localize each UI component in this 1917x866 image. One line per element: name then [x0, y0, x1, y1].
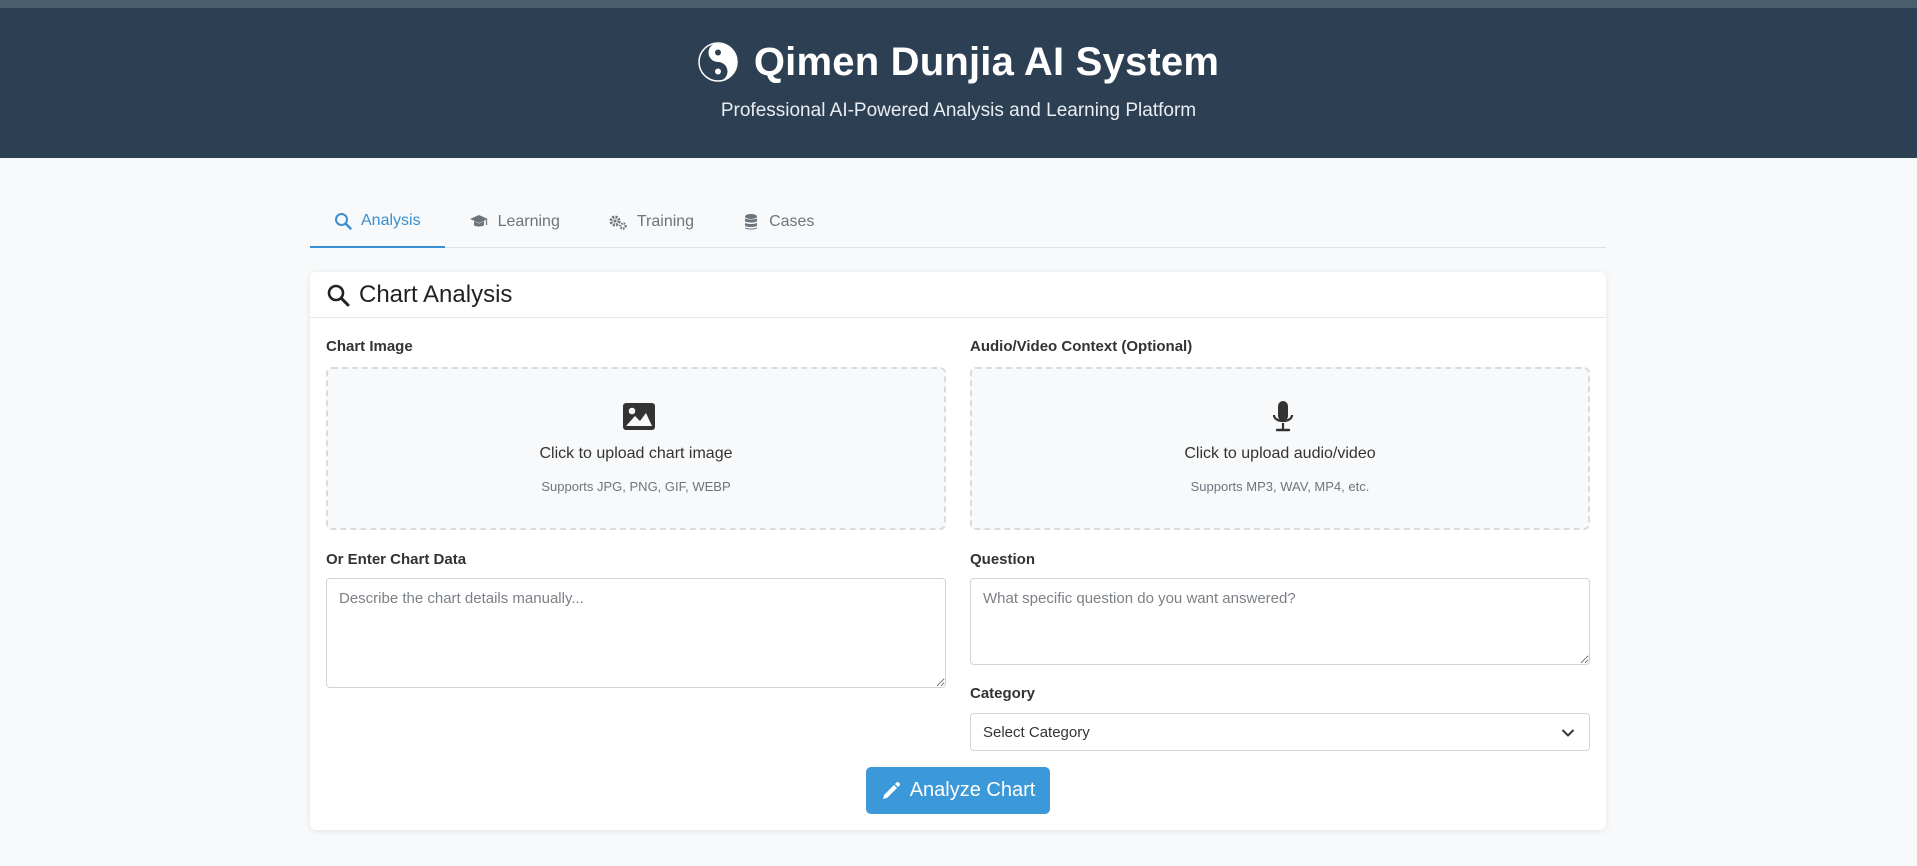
- category-label: Category: [970, 685, 1036, 702]
- question-label: Question: [970, 551, 1036, 568]
- yin-yang-icon: [698, 42, 738, 82]
- card-title: Chart Analysis: [359, 280, 513, 308]
- top-strip: [0, 0, 1917, 8]
- chart-data-label: Or Enter Chart Data: [326, 551, 467, 568]
- microphone-icon: [1272, 401, 1294, 432]
- chart-image-dropzone[interactable]: Click to upload chart image Supports JPG…: [326, 367, 946, 530]
- analyze-chart-label: Analyze Chart: [909, 779, 1036, 801]
- chart-data-textarea[interactable]: [326, 578, 946, 688]
- supported-formats: Supports JPG, PNG, GIF, WEBP: [541, 479, 731, 494]
- main-tabs: Analysis Learning Training Cases: [310, 196, 1606, 248]
- search-icon: [335, 213, 352, 230]
- title-row: Qimen Dunjia AI System: [0, 42, 1917, 82]
- supported-formats: Supports MP3, WAV, MP4, etc.: [1190, 479, 1370, 494]
- category-select[interactable]: Select Category: [970, 713, 1590, 751]
- tab-cases[interactable]: Cases: [718, 196, 838, 248]
- chart-analysis-card: Chart Analysis Chart Image Click to uplo…: [310, 272, 1606, 830]
- tab-label: Learning: [497, 213, 560, 230]
- tab-learning[interactable]: Learning: [445, 196, 584, 248]
- search-icon: [327, 284, 350, 306]
- app-header: Qimen Dunjia AI System Professional AI-P…: [0, 8, 1917, 158]
- pencil-icon: [882, 781, 900, 799]
- question-textarea[interactable]: [970, 578, 1590, 665]
- database-icon: [745, 214, 758, 230]
- media-dropzone[interactable]: Click to upload audio/video Supports MP3…: [970, 367, 1590, 530]
- graduation-cap-icon: [469, 215, 488, 227]
- tab-label: Training: [636, 213, 695, 230]
- tab-label: Analysis: [361, 212, 421, 229]
- upload-text: Click to upload audio/video: [1184, 445, 1376, 462]
- gears-icon: [609, 215, 627, 230]
- tab-training[interactable]: Training: [584, 196, 718, 248]
- app-title: Qimen Dunjia AI System: [753, 40, 1220, 84]
- analyze-chart-button[interactable]: Analyze Chart: [866, 767, 1050, 814]
- tab-analysis[interactable]: Analysis: [310, 196, 445, 248]
- app-subtitle: Professional AI-Powered Analysis and Lea…: [720, 100, 1197, 121]
- chevron-down-icon: [1562, 729, 1574, 737]
- chart-image-label: Chart Image: [326, 338, 413, 355]
- category-selected-value: Select Category: [983, 723, 1090, 741]
- tab-label: Cases: [769, 213, 815, 230]
- image-icon: [623, 403, 655, 430]
- upload-text: Click to upload chart image: [539, 445, 733, 462]
- card-header: Chart Analysis: [310, 272, 1606, 318]
- media-label: Audio/Video Context (Optional): [970, 338, 1193, 355]
